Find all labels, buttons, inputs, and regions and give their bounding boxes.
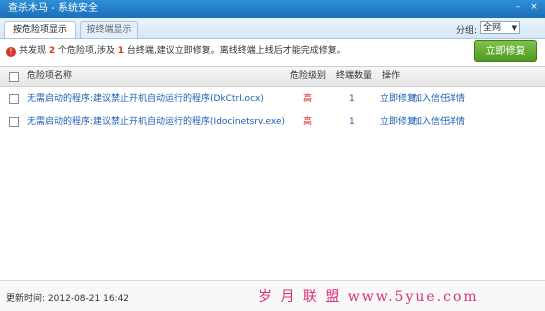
add-trust-link[interactable]: 加入信任 (413, 87, 449, 111)
table-row: 无需启动的程序:建议禁止开机自动运行的程序(DkCtrl.ocx) 高 1 立即… (0, 87, 545, 111)
fix-now-link[interactable]: 立即修复 (380, 87, 416, 111)
terminal-count-link[interactable]: 1 (349, 110, 355, 134)
table-header: 危险项名称 危险级别 终端数量 操作 (0, 66, 545, 87)
column-header-name: 危险项名称 (27, 71, 73, 81)
watermark-text: 岁 月 联 盟 www.5yue.com (258, 289, 479, 305)
window-title: 查杀木马 - 系统安全 (8, 3, 98, 14)
table-row: 无需启动的程序:建议禁止开机自动运行的程序(Idocinetsrv.exe) 高… (0, 110, 545, 134)
danger-level: 高 (303, 117, 313, 127)
row-checkbox[interactable] (9, 117, 19, 127)
add-trust-link[interactable]: 加入信任 (413, 110, 449, 134)
scan-summary: ! 共发现 2 个危险项,涉及 1 台终端,建议立即修复。离线终端上线后才能完成修… (6, 43, 346, 57)
summary-text-2: 个危险项,涉及 (58, 46, 115, 56)
row-checkbox[interactable] (9, 94, 19, 104)
window-controls: – × (511, 2, 541, 14)
summary-text-3: 台终端,建议立即修复。离线终端上线后才能完成修复。 (126, 46, 346, 56)
tab-by-terminal[interactable]: 按终端显示 (80, 21, 138, 38)
update-time-value: 2012-08-21 16:42 (47, 294, 130, 304)
minimize-icon[interactable]: – (511, 2, 525, 14)
group-select[interactable]: 全网 ▼ (480, 21, 520, 34)
update-time: 更新时间: 2012-08-21 16:42 (6, 291, 129, 304)
select-all-checkbox[interactable] (9, 72, 19, 82)
tab-by-danger-item[interactable]: 按危险项显示 (4, 21, 76, 38)
group-select-value: 全网 (483, 23, 502, 33)
warning-icon: ! (6, 47, 16, 57)
close-icon[interactable]: × (527, 2, 541, 14)
details-link[interactable]: 详情 (447, 87, 465, 111)
danger-count: 2 (48, 46, 56, 56)
column-header-level: 危险级别 (290, 71, 327, 81)
terminal-count-link[interactable]: 1 (349, 87, 355, 111)
terminal-count: 1 (117, 46, 125, 56)
chevron-down-icon: ▼ (511, 24, 517, 32)
danger-level: 高 (303, 94, 313, 104)
update-time-label: 更新时间: (6, 294, 46, 304)
column-header-terminals: 终端数量 (336, 71, 373, 81)
summary-text-1: 共发现 (19, 46, 47, 56)
danger-item-name[interactable]: 无需启动的程序:建议禁止开机自动运行的程序(Idocinetsrv.exe) (27, 110, 285, 134)
details-link[interactable]: 详情 (447, 110, 465, 134)
column-header-action: 操作 (382, 71, 401, 81)
fix-now-button[interactable]: 立即修复 (474, 40, 537, 62)
fix-now-link[interactable]: 立即修复 (380, 110, 416, 134)
title-bar: 查杀木马 - 系统安全 – × (0, 0, 545, 18)
group-label: 分组: (456, 26, 478, 36)
danger-item-name[interactable]: 无需启动的程序:建议禁止开机自动运行的程序(DkCtrl.ocx) (27, 87, 264, 111)
